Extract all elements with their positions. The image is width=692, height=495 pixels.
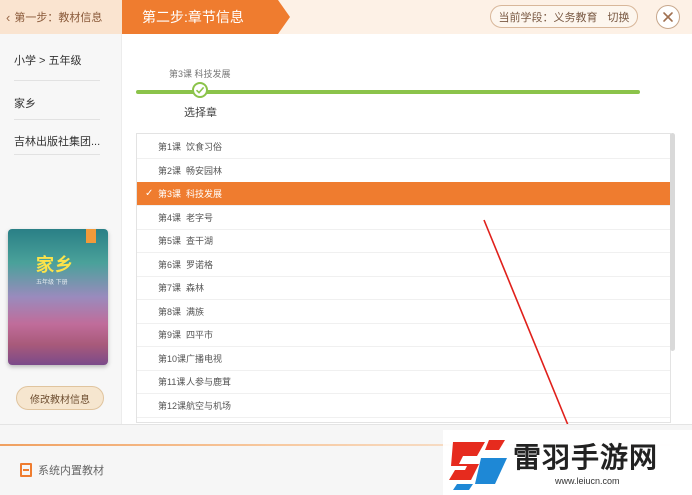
watermark-url: www.leiucn.com [555,476,620,486]
builtin-textbook-link[interactable]: 系统内置教材 [20,462,104,478]
watermark-logo-icon [449,440,507,490]
watermark-brand: 雷羽手游网 [513,441,659,474]
builtin-textbook-label: 系统内置教材 [38,465,104,477]
book-icon [20,463,32,477]
annotation-arrow [483,219,571,431]
watermark: 雷羽手游网 www.leiucn.com [443,430,692,495]
